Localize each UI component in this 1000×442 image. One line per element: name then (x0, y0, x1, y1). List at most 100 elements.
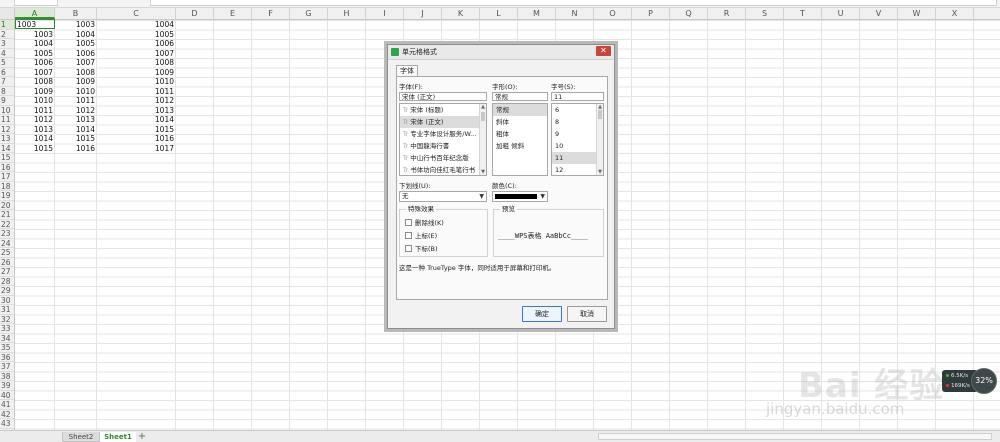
row-header-13[interactable]: 13 (0, 134, 14, 144)
row-header-4[interactable]: 4 (0, 49, 14, 58)
ok-button[interactable]: 确定 (522, 306, 562, 322)
close-button[interactable]: ✕ (596, 46, 611, 56)
cell-a11[interactable]: 1012 (15, 115, 55, 125)
row-header-6[interactable]: 6 (0, 68, 14, 77)
column-header-i[interactable]: I (366, 8, 404, 19)
column-header-r[interactable]: R (708, 8, 746, 19)
cell-a9[interactable]: 1010 (15, 96, 55, 106)
style-input[interactable]: 常规 (492, 92, 548, 101)
underline-select[interactable]: 无 ▼ (399, 191, 487, 202)
row-header-26[interactable]: 26 (0, 258, 14, 267)
column-header-x[interactable]: X (936, 8, 974, 19)
column-header-u[interactable]: U (822, 8, 860, 19)
style-listbox[interactable]: 常规 斜体 粗体 加粗 倾斜 (492, 103, 548, 176)
style-option[interactable]: 加粗 倾斜 (493, 140, 547, 152)
font-option[interactable]: Tr 书体坊向佳红毛笔行书 (400, 164, 486, 175)
column-header-w[interactable]: W (898, 8, 936, 19)
size-listbox[interactable]: 6 8 9 10 11 12 ▲ ▼ (551, 103, 604, 176)
cell-a3[interactable]: 1004 (15, 39, 55, 49)
column-header-f[interactable]: F (252, 8, 290, 19)
column-header-o[interactable]: O (594, 8, 632, 19)
cell-a6[interactable]: 1007 (15, 68, 55, 78)
row-header-41[interactable]: 41 (0, 400, 14, 410)
size-input[interactable]: 11 (551, 92, 604, 101)
column-header-n[interactable]: N (556, 8, 594, 19)
column-header-m[interactable]: M (518, 8, 556, 19)
cell-a4[interactable]: 1005 (15, 49, 55, 59)
row-header-28[interactable]: 28 (0, 277, 14, 286)
cell-a10[interactable]: 1011 (15, 106, 55, 116)
row-header-32[interactable]: 32 (0, 315, 14, 324)
column-header-h[interactable]: H (328, 8, 366, 19)
row-header-17[interactable]: 17 (0, 172, 14, 182)
cell-c12[interactable]: 1015 (97, 125, 176, 135)
cell-b12[interactable]: 1014 (55, 125, 97, 135)
tab-font[interactable]: 字体 (396, 65, 418, 76)
row-header-38[interactable]: 38 (0, 372, 14, 381)
cell-a5[interactable]: 1006 (15, 58, 55, 68)
formula-input[interactable] (150, 0, 997, 6)
dialog-titlebar[interactable]: 单元格格式 ✕ (388, 45, 614, 60)
cell-a7[interactable]: 1008 (15, 77, 55, 87)
column-header-e[interactable]: E (214, 8, 252, 19)
strikethrough-checkbox[interactable] (405, 219, 412, 226)
cell-c9[interactable]: 1012 (97, 96, 176, 106)
row-header-10[interactable]: 10 (0, 106, 14, 115)
row-header-29[interactable]: 29 (0, 286, 14, 296)
cell-b3[interactable]: 1005 (55, 39, 97, 49)
select-all-corner[interactable] (0, 8, 15, 19)
cell-a14[interactable]: 1015 (15, 144, 55, 154)
scroll-down-icon[interactable]: ▼ (598, 170, 602, 175)
cell-a13[interactable]: 1014 (15, 134, 55, 144)
column-header-b[interactable]: B (55, 8, 97, 19)
row-header-42[interactable]: 42 (0, 410, 14, 419)
cell-b14[interactable]: 1016 (55, 144, 97, 154)
cell-c5[interactable]: 1008 (97, 58, 176, 68)
color-select[interactable]: ▼ (492, 191, 548, 202)
cell-c3[interactable]: 1006 (97, 39, 176, 49)
cancel-button[interactable]: 取消 (567, 306, 607, 322)
column-header-a[interactable]: A (15, 8, 55, 19)
horizontal-scrollbar[interactable] (598, 433, 992, 440)
font-list-scrollbar[interactable]: ▲ ▼ (479, 104, 486, 175)
column-header-j[interactable]: J (404, 8, 442, 19)
name-box[interactable] (14, 0, 58, 6)
column-header-t[interactable]: T (784, 8, 822, 19)
cell-b5[interactable]: 1007 (55, 58, 97, 68)
cell-c14[interactable]: 1017 (97, 144, 176, 154)
row-header-15[interactable]: 15 (0, 153, 14, 163)
column-header-v[interactable]: V (860, 8, 898, 19)
font-option[interactable]: Tr 宋体 (正文) (400, 116, 486, 128)
row-header-18[interactable]: 18 (0, 182, 14, 191)
row-header-39[interactable]: 39 (0, 381, 14, 391)
column-header-l[interactable]: L (480, 8, 518, 19)
cell-b1[interactable]: 1003 (55, 20, 97, 30)
style-option[interactable]: 斜体 (493, 116, 547, 128)
row-header-7[interactable]: 7 (0, 77, 14, 87)
font-option[interactable]: Tr 中山行书百年纪念版 (400, 152, 486, 164)
network-speed-widget[interactable]: 6.5K/s 169K/s 32% (942, 368, 998, 394)
cell-c6[interactable]: 1009 (97, 68, 176, 78)
cell-a8[interactable]: 1009 (15, 87, 55, 97)
scroll-thumb[interactable] (598, 110, 602, 119)
style-option[interactable]: 常规 (493, 104, 547, 116)
cell-b13[interactable]: 1015 (55, 134, 97, 144)
scroll-down-icon[interactable]: ▼ (481, 170, 485, 175)
row-header-33[interactable]: 33 (0, 324, 14, 334)
cell-c13[interactable]: 1016 (97, 134, 176, 144)
row-header-12[interactable]: 12 (0, 125, 14, 134)
row-header-35[interactable]: 35 (0, 343, 14, 353)
cell-b8[interactable]: 1010 (55, 87, 97, 97)
cell-b4[interactable]: 1006 (55, 49, 97, 59)
row-header-11[interactable]: 11 (0, 115, 14, 125)
superscript-checkbox[interactable] (405, 232, 412, 239)
cell-b2[interactable]: 1004 (55, 30, 97, 40)
font-listbox[interactable]: Tr 宋体 (标题) Tr 宋体 (正文) Tr 专业字体设计服务/W... Tr 中国龍海行… (399, 103, 487, 176)
cell-c1[interactable]: 1004 (97, 20, 176, 30)
row-header-19[interactable]: 19 (0, 191, 14, 201)
row-header-14[interactable]: 14 (0, 144, 14, 153)
style-option[interactable]: 粗体 (493, 128, 547, 140)
row-header-9[interactable]: 9 (0, 96, 14, 106)
row-header-16[interactable]: 16 (0, 163, 14, 172)
strikethrough-label[interactable]: 删除线(K) (415, 219, 444, 227)
